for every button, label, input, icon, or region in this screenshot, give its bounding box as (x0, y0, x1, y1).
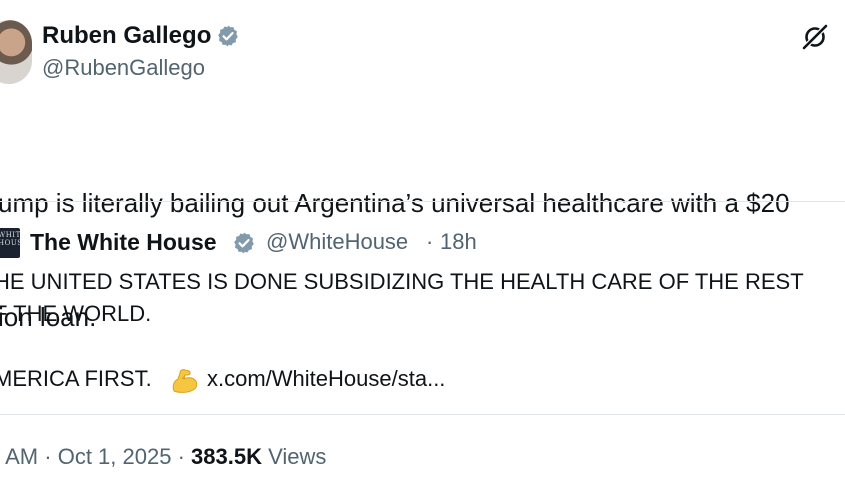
verified-badge-icon (234, 232, 254, 254)
footer-separator: · (177, 444, 185, 469)
quote-author-name[interactable]: The White House (30, 225, 217, 259)
white-house-logo: WHITE HOUSE (0, 231, 20, 247)
author-name[interactable]: Ruben Gallego (42, 18, 211, 54)
quote-timestamp[interactable]: 18h (440, 225, 477, 259)
views-count: 383.5K (191, 444, 262, 469)
tweet-time[interactable]: 5 AM (0, 444, 38, 469)
quote-author-handle[interactable]: @WhiteHouse (266, 225, 408, 259)
flexed-biceps-emoji (172, 369, 198, 393)
grok-icon[interactable] (800, 22, 830, 52)
verified-badge-icon (218, 25, 238, 47)
quote-text-line: MERICA FIRST. (0, 366, 152, 391)
quote-avatar[interactable]: WHITE HOUSE (0, 228, 20, 258)
views-label: Views (268, 444, 327, 469)
author-avatar[interactable] (0, 20, 32, 84)
tweet-text-line: ump is literally bailing out Argentina’s… (0, 188, 790, 218)
quote-link[interactable]: x.com/WhiteHouse/sta... (207, 363, 445, 395)
tweet-date[interactable]: Oct 1, 2025 (58, 444, 172, 469)
quote-text-line: HE UNITED STATES IS DONE SUBSIDIZING THE… (0, 269, 804, 294)
divider (0, 414, 845, 415)
divider (0, 201, 845, 202)
tweet-footer: 5 AM · Oct 1, 2025 · 383.5K Views (0, 440, 326, 474)
author-handle[interactable]: @RubenGallego (42, 52, 205, 84)
quote-separator: · (426, 229, 434, 254)
quote-text-line: F THE WORLD. (0, 301, 152, 326)
footer-separator: · (44, 444, 52, 469)
